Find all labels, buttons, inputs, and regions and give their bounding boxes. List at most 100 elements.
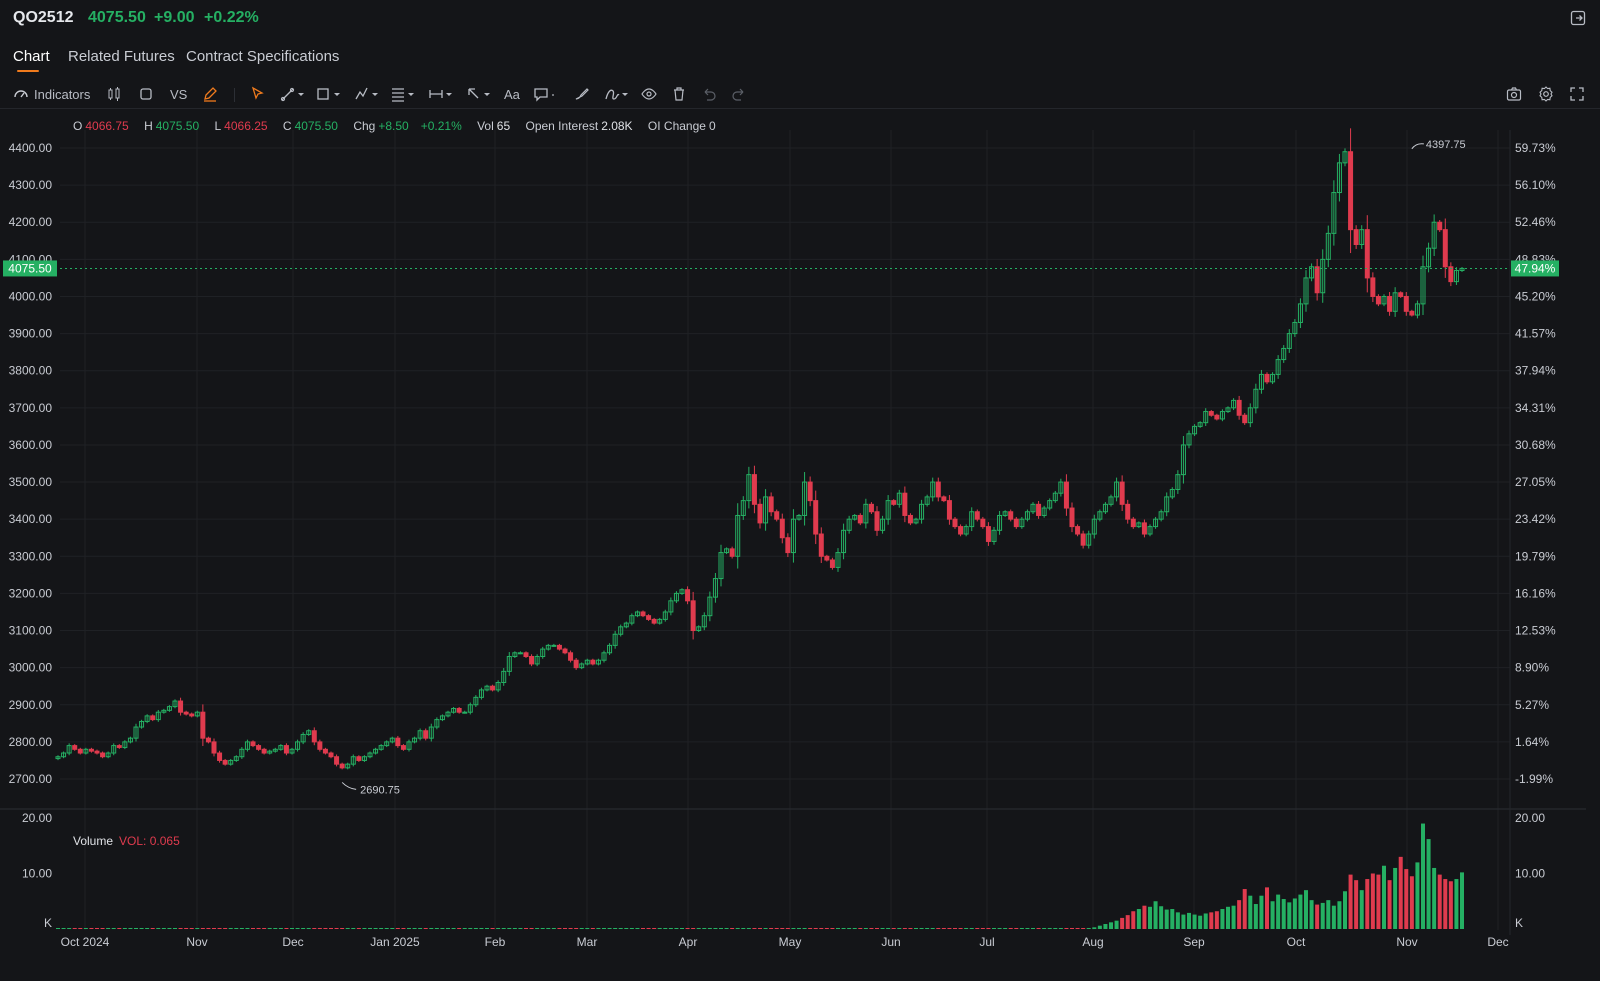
time-tick-label: Oct 2024 [61, 935, 110, 949]
volume-bar [902, 928, 907, 929]
shape-icon[interactable] [316, 84, 342, 104]
cursor-icon[interactable] [250, 84, 266, 104]
candle-type-icon[interactable] [106, 84, 122, 104]
volume-bar [1409, 876, 1414, 929]
text-icon[interactable]: Aa [504, 84, 520, 104]
volume-bar [1070, 928, 1074, 929]
volume-bar [1460, 872, 1464, 929]
trendline-icon[interactable] [280, 84, 306, 104]
volume-bar [607, 928, 612, 929]
square-icon[interactable] [138, 84, 154, 104]
volume-bar [702, 928, 707, 929]
time-tick-label: Jun [881, 935, 900, 949]
candle-body [857, 514, 863, 524]
volume-bar [295, 928, 300, 929]
brush-icon[interactable] [574, 84, 590, 104]
candle-body [813, 500, 819, 535]
volume-bar [618, 928, 623, 929]
volume-bar [362, 928, 367, 929]
volume-bar [267, 928, 272, 929]
volume-bar [1304, 890, 1308, 929]
candle-body [94, 750, 100, 754]
volume-bar [446, 928, 450, 929]
candle-body [217, 752, 223, 761]
candle-body [517, 652, 523, 655]
volume-bar [551, 928, 556, 929]
volume-bar [434, 928, 439, 929]
volume-bar [1404, 869, 1409, 929]
candle-body [1013, 518, 1019, 528]
volume-bar [390, 928, 395, 929]
candle-body [568, 652, 574, 661]
volume-bar [234, 928, 239, 929]
price-tick-label: 3500.00 [9, 475, 53, 489]
time-tick-label: Jul [979, 935, 994, 949]
redo-icon[interactable] [731, 84, 747, 104]
volume-bar [200, 928, 205, 929]
pencil-icon[interactable] [202, 84, 218, 104]
pattern-icon[interactable] [354, 84, 380, 104]
volume-bar [223, 928, 228, 929]
volume-bar [730, 928, 735, 929]
volume-bar [1086, 928, 1091, 929]
volume-bar [395, 928, 400, 929]
pct-tick-label: 19.79% [1515, 549, 1556, 563]
volume-bar [1081, 928, 1086, 929]
volume-bar [1136, 909, 1141, 929]
candle-body [590, 659, 596, 665]
arrow-icon[interactable] [466, 84, 492, 104]
volume-bar [329, 928, 333, 929]
price-chart[interactable]: 4400.00 59.73% 4300.00 56.10% 4200.00 52.46% 4… [0, 110, 1600, 981]
settings-icon[interactable] [1538, 84, 1554, 104]
volume-bar [1348, 874, 1353, 929]
volume-bar [713, 928, 718, 929]
open-value: 4066.75 [85, 119, 129, 133]
volume-bar [992, 928, 996, 929]
volume-bar [997, 928, 1002, 929]
volume-bar [518, 928, 523, 929]
price-tick-label: 4000.00 [9, 289, 53, 303]
pct-tick-label: 5.27% [1515, 698, 1549, 712]
volume-bar [1058, 928, 1063, 929]
indicators-button[interactable]: Indicators [13, 84, 90, 104]
tab-related-futures[interactable]: Related Futures [68, 48, 175, 65]
price-tick-label: 4200.00 [9, 215, 53, 229]
tab-chart[interactable]: Chart [13, 48, 50, 65]
price-tick-label: 2800.00 [9, 735, 53, 749]
candle-body [551, 644, 557, 647]
volume-bar [557, 928, 562, 929]
volume-bar [156, 928, 161, 929]
tab-contract-specifications[interactable]: Contract Specifications [186, 48, 339, 65]
current-pct-badge-label: 47.94% [1515, 261, 1556, 275]
candle-body [1375, 295, 1381, 305]
compare-vs-button[interactable]: VS [170, 84, 187, 104]
price-change-pct: +0.22% [204, 9, 259, 26]
trash-icon[interactable] [671, 84, 687, 104]
volume-bar [613, 928, 618, 929]
volume-bar [173, 928, 177, 929]
candle-body [1403, 295, 1409, 312]
volume-bar [379, 928, 384, 929]
undo-icon[interactable] [701, 84, 717, 104]
fullscreen-icon[interactable] [1569, 84, 1585, 104]
comment-icon[interactable] [533, 84, 555, 104]
measure-icon[interactable] [428, 84, 454, 104]
volume-bar [273, 928, 278, 929]
volume-bar [1109, 922, 1113, 929]
fib-icon[interactable] [390, 84, 416, 104]
camera-icon[interactable] [1506, 84, 1522, 104]
candle-body [958, 526, 964, 535]
volume-bar [629, 928, 634, 929]
tab-bar: Chart Related Futures Contract Specifica… [0, 44, 600, 74]
eye-icon[interactable] [641, 84, 657, 104]
volume-bar [1148, 906, 1152, 929]
candle-body [646, 615, 652, 620]
volume-bar [1159, 906, 1164, 929]
candle-body [183, 711, 189, 715]
signature-icon[interactable] [604, 84, 630, 104]
price-tick-label: 4400.00 [9, 141, 53, 155]
exit-icon[interactable] [1570, 10, 1586, 26]
volume-bar [635, 928, 640, 929]
volume-bar [278, 928, 283, 929]
volume-bar [1181, 914, 1186, 929]
